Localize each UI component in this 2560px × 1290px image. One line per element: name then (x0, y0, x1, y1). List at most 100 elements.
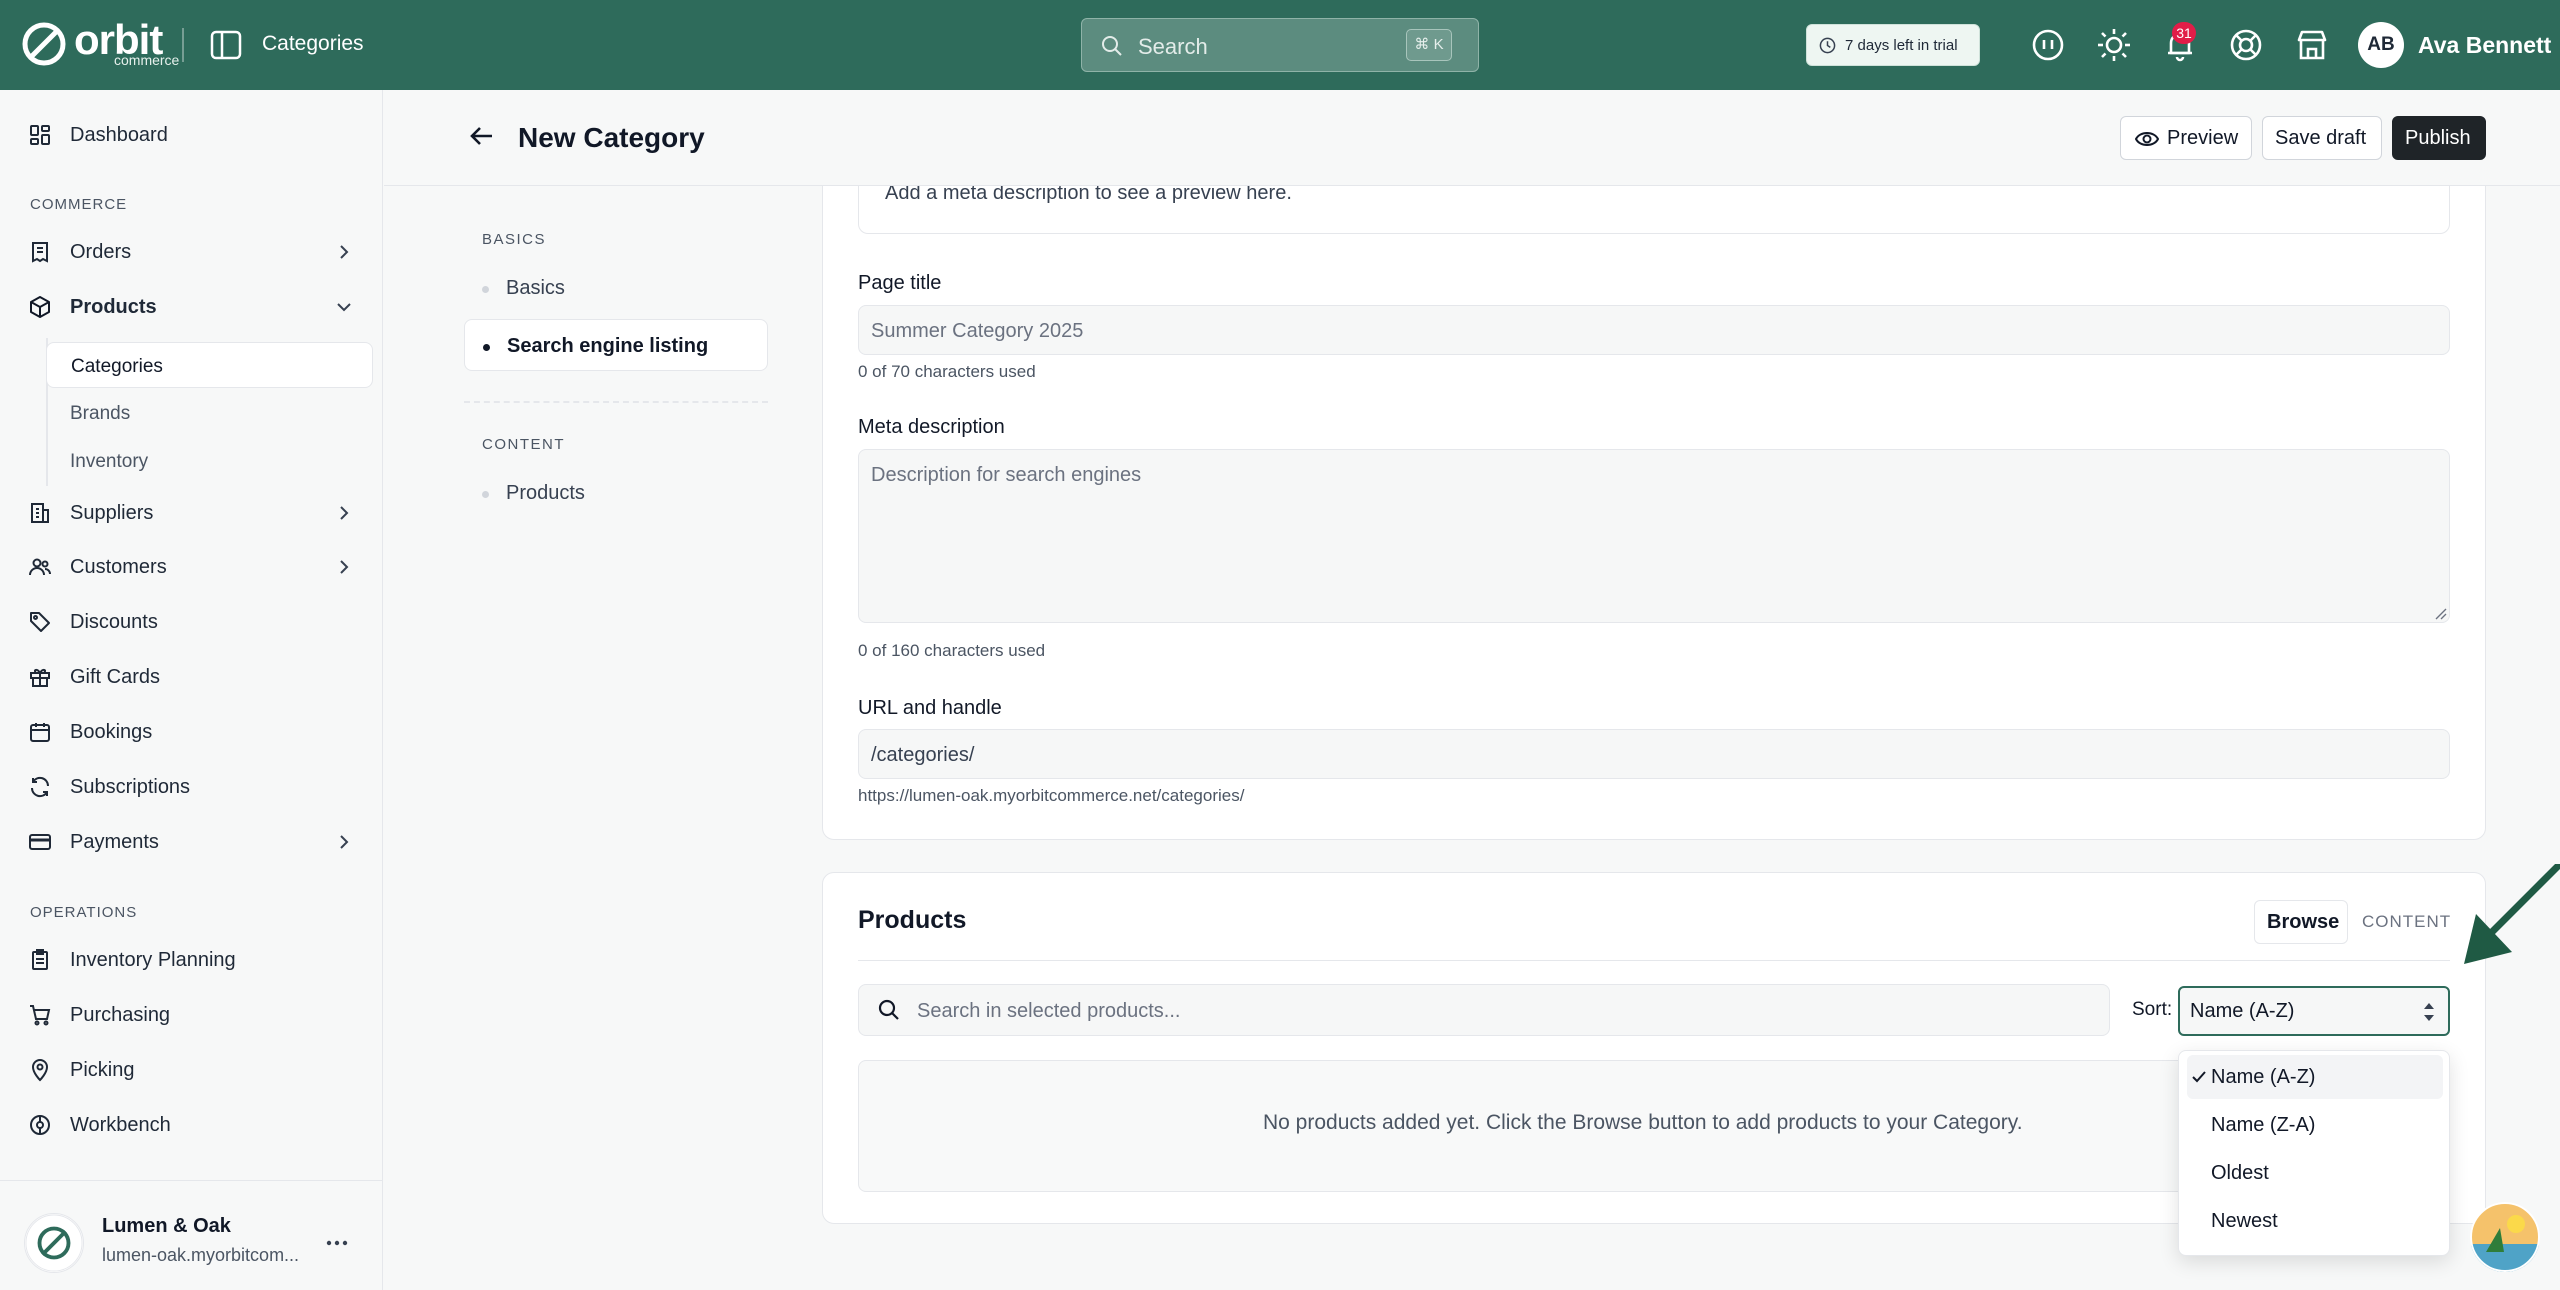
sidebar-label: Products (70, 296, 157, 318)
user-name[interactable]: Ava Bennett (2418, 32, 2551, 59)
page-title-hint: 0 of 70 characters used (858, 362, 1036, 381)
sort-option-name-asc[interactable]: Name (A-Z) (2187, 1055, 2443, 1099)
section-nav-label: Basics (506, 277, 565, 299)
sidebar-toggle-icon[interactable] (210, 30, 242, 60)
eye-icon (2135, 132, 2159, 146)
sort-option-oldest[interactable]: Oldest (2187, 1151, 2443, 1195)
receipt-icon (32, 242, 48, 263)
orbit-logo-icon (22, 22, 66, 66)
sidebar-subitem-inventory[interactable]: Inventory (46, 438, 373, 484)
store-url: lumen-oak.myorbitcom... (102, 1245, 300, 1265)
sort-option-label: Newest (2211, 1210, 2278, 1232)
sidebar-item-customers[interactable]: Customers (28, 547, 364, 587)
sidebar-item-products[interactable]: Products (28, 287, 364, 327)
arrow-left-icon[interactable] (468, 122, 496, 150)
url-handle-input[interactable]: /categories/ (858, 729, 2450, 779)
workbench-icon (30, 1115, 50, 1135)
chevron-down-icon (337, 303, 351, 312)
cart-icon (30, 1005, 51, 1026)
store-switcher[interactable]: Lumen & Oak lumen-oak.myorbitcom... (0, 1180, 383, 1290)
help-lifebuoy-icon[interactable] (2228, 27, 2264, 63)
sidebar-item-bookings[interactable]: Bookings (28, 712, 364, 752)
sidebar-label: Picking (70, 1059, 135, 1081)
sidebar-item-picking[interactable]: Picking (28, 1050, 364, 1090)
sidebar-label: Payments (70, 831, 159, 853)
sidebar-item-workbench[interactable]: Workbench (28, 1105, 364, 1145)
top-bar: orbit commerce Categories Search ⌘ K 7 d… (0, 0, 2560, 90)
page-title-input[interactable]: Summer Category 2025 (858, 305, 2450, 355)
annotation-arrow-icon (2464, 864, 2560, 964)
sidebar-label: Subscriptions (70, 776, 191, 798)
assistant-icon[interactable] (2030, 27, 2066, 63)
chevron-right-icon (340, 835, 349, 849)
trial-badge[interactable]: 7 days left in trial (1806, 24, 1980, 66)
sidebar-section-operations: OPERATIONS (30, 904, 138, 921)
trial-text: 7 days left in trial (1845, 37, 1958, 54)
sidebar-label: Purchasing (70, 1004, 171, 1026)
search-icon (1102, 36, 1122, 56)
section-nav-content-label: CONTENT (482, 436, 565, 453)
users-icon (29, 558, 51, 576)
section-nav-basics[interactable]: Basics (464, 262, 768, 314)
sidebar-item-gift-cards[interactable]: Gift Cards (28, 657, 364, 697)
section-nav-products[interactable]: Products (464, 467, 768, 519)
meta-description-textarea[interactable]: Description for search engines (858, 449, 2450, 623)
sidebar-subitem-brands[interactable]: Brands (46, 390, 373, 436)
sort-select[interactable]: Name (A-Z) (2178, 986, 2450, 1036)
storefront-icon[interactable] (2294, 27, 2330, 63)
resize-handle-icon[interactable] (2433, 606, 2447, 620)
sort-option-name-desc[interactable]: Name (Z-A) (2187, 1103, 2443, 1147)
sidebar-item-inventory-planning[interactable]: Inventory Planning (28, 940, 364, 980)
section-nav-divider (464, 401, 768, 403)
section-nav-dot (483, 344, 490, 351)
sidebar-item-payments[interactable]: Payments (28, 822, 364, 862)
sidebar-item-dashboard[interactable]: Dashboard (28, 115, 364, 155)
sidebar-section-commerce: COMMERCE (30, 196, 128, 213)
sort-dropdown-menu: Name (A-Z) Name (Z-A) Oldest Newest (2178, 1050, 2450, 1256)
store-logo-icon (24, 1213, 84, 1273)
sidebar-sublabel: Categories (71, 356, 163, 377)
product-search-input[interactable]: Search in selected products... (858, 984, 2110, 1036)
sidebar-label: Inventory Planning (70, 949, 236, 971)
box-icon (30, 296, 50, 318)
theme-sun-icon[interactable] (2096, 27, 2132, 63)
sidebar: Dashboard COMMERCE Orders Products Categ… (0, 90, 383, 1290)
brand-sub: commerce (114, 52, 180, 68)
meta-description-placeholder: Description for search engines (871, 464, 1142, 486)
product-search-placeholder: Search in selected products... (917, 1000, 1181, 1022)
products-title: Products (858, 906, 967, 934)
publish-button[interactable]: Publish (2392, 116, 2486, 160)
sidebar-item-discounts[interactable]: Discounts (28, 602, 364, 642)
page-title-label: Page title (858, 272, 942, 294)
chat-assistant-icon[interactable] (2470, 1202, 2540, 1272)
sidebar-sublabel: Inventory (70, 451, 149, 472)
calendar-icon (30, 723, 50, 742)
topbar-divider (182, 28, 184, 62)
sidebar-label: Discounts (70, 611, 158, 633)
sort-option-newest[interactable]: Newest (2187, 1199, 2443, 1243)
notification-count-badge: 31 (2172, 22, 2196, 44)
section-nav-dot (482, 491, 489, 498)
orbit-logo[interactable]: orbit commerce (22, 16, 179, 70)
user-avatar[interactable]: AB (2358, 22, 2404, 68)
sidebar-item-purchasing[interactable]: Purchasing (28, 995, 364, 1035)
save-draft-label: Save draft (2275, 127, 2367, 149)
sidebar-item-subscriptions[interactable]: Subscriptions (28, 767, 364, 807)
sidebar-subitem-categories[interactable]: Categories (46, 342, 373, 388)
browse-button-label: Browse (2267, 911, 2340, 933)
search-icon (878, 999, 899, 1020)
browse-button[interactable]: Browse (2254, 900, 2348, 944)
sort-option-label: Name (A-Z) (2211, 1066, 2316, 1088)
sidebar-item-orders[interactable]: Orders (28, 232, 364, 272)
publish-label: Publish (2405, 127, 2471, 149)
sidebar-item-suppliers[interactable]: Suppliers (28, 493, 364, 533)
save-draft-button[interactable]: Save draft (2262, 116, 2382, 160)
more-horizontal-icon[interactable] (324, 1233, 350, 1253)
global-search-input[interactable]: Search ⌘ K (1081, 18, 1479, 72)
preview-button[interactable]: Preview (2120, 116, 2252, 160)
tag-icon (30, 612, 50, 632)
dashboard-icon (30, 125, 50, 145)
section-nav-search-engine-listing[interactable]: Search engine listing (464, 319, 768, 371)
sidebar-label: Suppliers (70, 502, 154, 524)
sort-selected-value: Name (A-Z) (2190, 1000, 2295, 1022)
